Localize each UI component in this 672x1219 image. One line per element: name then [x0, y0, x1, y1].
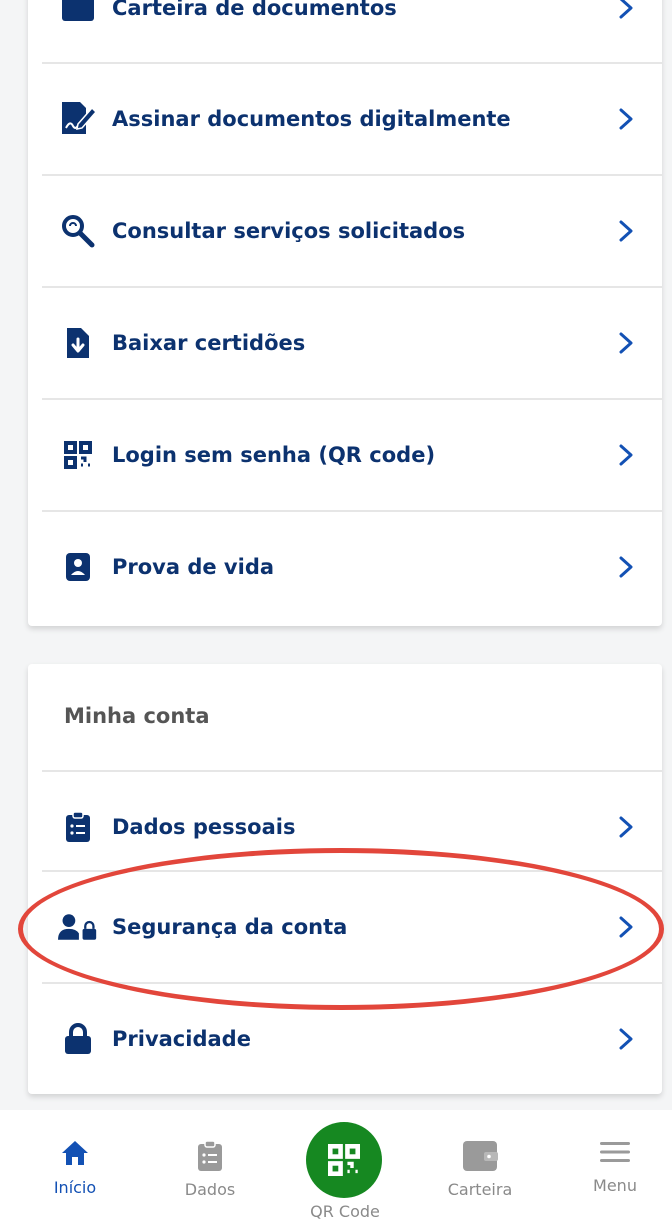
nav-label: Início — [53, 1178, 97, 1197]
nav-label: Carteira — [447, 1180, 513, 1199]
chevron-right-icon — [619, 220, 633, 242]
user-lock-icon — [58, 912, 98, 942]
menu-item-login-qr[interactable]: Login sem senha (QR code) — [42, 398, 662, 510]
menu-item-label: Prova de vida — [112, 555, 275, 579]
menu-item-privacidade[interactable]: Privacidade — [42, 982, 662, 1094]
nav-qr-code-button[interactable] — [306, 1122, 382, 1198]
clipboard-list-icon — [58, 811, 98, 843]
chevron-right-icon — [619, 1028, 633, 1050]
chevron-right-icon — [619, 556, 633, 578]
nav-dados[interactable]: Dados — [155, 1140, 265, 1199]
section-title: Minha conta — [64, 704, 210, 728]
wallet-icon — [462, 1140, 498, 1176]
chevron-right-icon — [619, 816, 633, 838]
nav-label: Menu — [593, 1176, 637, 1195]
chevron-right-icon — [619, 0, 633, 19]
nav-home[interactable]: Início — [20, 1140, 130, 1197]
chevron-right-icon — [619, 916, 633, 938]
menu-item-label: Consultar serviços solicitados — [112, 219, 466, 243]
menu-item-prova-de-vida[interactable]: Prova de vida — [42, 510, 662, 622]
id-badge-icon — [58, 552, 98, 582]
menu-item-label: Segurança da conta — [112, 915, 348, 939]
download-file-icon — [58, 326, 98, 360]
menu-item-label: Dados pessoais — [112, 815, 296, 839]
menu-item-seguranca-conta[interactable]: Segurança da conta — [42, 870, 662, 982]
menu-item-carteira-documentos[interactable]: Carteira de documentos — [42, 0, 662, 64]
bottom-nav: Início Dados QR Code Carteira Menu — [0, 1110, 672, 1219]
chevron-right-icon — [619, 444, 633, 466]
services-card: Carteira de documentos Assinar documento… — [28, 0, 662, 626]
clipboard-list-icon — [197, 1140, 223, 1176]
nav-label: Dados — [184, 1180, 236, 1199]
nav-label: QR Code — [310, 1202, 380, 1219]
chevron-right-icon — [619, 108, 633, 130]
menu-item-assinar-documentos[interactable]: Assinar documentos digitalmente — [42, 62, 662, 174]
account-card: Minha conta Dados pessoais Segurança da … — [28, 664, 662, 1094]
search-services-icon — [58, 213, 98, 249]
menu-item-label: Assinar documentos digitalmente — [112, 107, 511, 131]
menu-item-label: Login sem senha (QR code) — [112, 443, 436, 467]
menu-item-label: Baixar certidões — [112, 331, 306, 355]
menu-item-label: Privacidade — [112, 1027, 251, 1051]
sign-document-icon — [58, 100, 98, 138]
qr-code-icon — [328, 1144, 360, 1176]
menu-item-label: Carteira de documentos — [112, 0, 397, 20]
menu-item-dados-pessoais[interactable]: Dados pessoais — [42, 770, 662, 882]
home-icon — [61, 1140, 89, 1170]
wallet-icon — [58, 0, 98, 21]
hamburger-menu-icon — [600, 1140, 630, 1168]
nav-menu[interactable]: Menu — [560, 1140, 670, 1195]
nav-carteira[interactable]: Carteira — [425, 1140, 535, 1199]
chevron-right-icon — [619, 332, 633, 354]
menu-item-baixar-certidoes[interactable]: Baixar certidões — [42, 286, 662, 398]
lock-icon — [58, 1023, 98, 1055]
qr-code-icon — [58, 441, 98, 469]
menu-item-consultar-servicos[interactable]: Consultar serviços solicitados — [42, 174, 662, 286]
